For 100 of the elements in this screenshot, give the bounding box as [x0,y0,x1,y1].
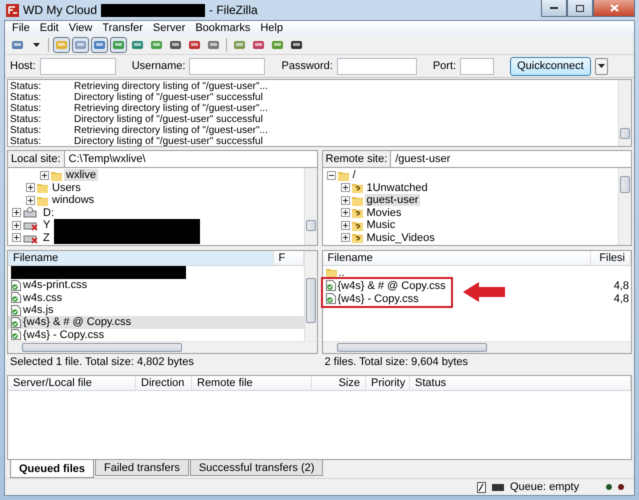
port-field[interactable] [460,58,494,74]
column-header[interactable]: Server/Local file [8,376,136,390]
expand-toggle[interactable] [40,170,49,180]
scrollbar[interactable] [618,168,631,245]
minimize-button[interactable] [541,0,567,17]
log-message: Retrieving directory listing of "/guest-user"... [74,103,268,114]
menu-item[interactable]: View [64,21,98,36]
caret-icon [598,64,605,68]
activity-light [606,484,612,490]
column-header[interactable]: Remote file [192,376,312,390]
expand-toggle[interactable] [12,233,21,242]
tree-item[interactable]: guest-user [364,194,420,206]
column-header[interactable]: Filename [322,251,591,265]
activity-light [618,484,624,490]
column-header[interactable]: Direction [136,376,192,390]
file-icon [11,329,21,340]
file-name[interactable]: {w4s} - Copy.css [338,292,612,304]
menu-item[interactable]: Edit [34,21,64,36]
expand-toggle[interactable] [340,233,350,242]
port-label: Port: [432,60,456,72]
horizontal-scrollbar[interactable] [8,341,316,353]
horizontal-scrollbar[interactable] [322,341,631,353]
tree-item[interactable]: D: [41,206,56,219]
queue-tab[interactable]: Failed transfers [95,460,189,476]
menu-item[interactable]: Transfer [97,21,148,36]
expand-toggle[interactable] [26,183,35,192]
file-icon [11,280,21,291]
quickconnect-dropdown[interactable] [594,58,608,74]
expand-toggle[interactable] [26,196,35,205]
menu-item[interactable]: Server [148,21,190,36]
file-size: 4,8 [614,292,630,304]
expand-toggle[interactable] [12,208,21,218]
log-message: Retrieving directory listing of "/guest-user"... [74,125,268,136]
remote-status: 2 files. Total size: 9,604 bytes [324,355,469,369]
expand-toggle[interactable] [326,170,336,180]
unknown-folder-icon [352,220,362,231]
unknown-folder-icon [352,232,362,244]
maximize-button[interactable] [567,0,593,17]
file-icon [11,292,21,304]
username-field[interactable] [189,58,266,74]
unknown-folder-icon [352,182,362,194]
tree-item[interactable]: Users [50,182,83,194]
password-field[interactable] [336,58,417,74]
plus-icon [342,198,348,203]
unknown-folder-icon [352,207,362,218]
tree-item[interactable]: windows [50,194,96,206]
file-icon [11,304,21,316]
log-label: Status: [10,92,42,103]
column-header[interactable]: Priority [366,376,410,390]
plus-icon [342,185,348,190]
app-logo-icon [6,4,19,16]
menu-item[interactable]: Bookmarks [190,21,256,36]
close-button[interactable] [593,0,635,17]
log-message: Directory listing of "/guest-user" successful [74,92,263,103]
queue-tab[interactable]: Queued files [10,460,94,478]
plus-icon [14,210,19,216]
scrollbar[interactable] [618,80,631,146]
tree-item[interactable]: / [350,169,358,182]
column-header[interactable]: Filesi [591,251,631,265]
expand-toggle[interactable] [12,220,21,230]
expand-toggle[interactable] [340,220,350,230]
scrollbar[interactable] [304,251,316,341]
minus-icon [328,172,334,178]
scrollbar[interactable] [304,168,316,245]
maximize-icon [576,4,584,12]
close-icon [610,4,618,12]
log-message: Retrieving directory listing of "/guest-user"... [74,81,268,92]
file-name[interactable]: .. [338,266,631,278]
log-label: Status: [10,136,42,147]
column-header[interactable]: Filename [8,251,274,265]
folder-icon [352,194,362,206]
plus-icon [28,185,33,190]
file-name[interactable]: {w4s} & # @ Copy.css [338,280,612,292]
folder-icon [51,170,62,181]
column-header[interactable]: Status [410,376,631,390]
host-label: Host: [10,60,36,72]
tree-item[interactable]: Z [41,232,52,244]
expand-toggle[interactable] [340,196,350,205]
window-title-suffix: - FileZilla [209,3,258,17]
menu-item[interactable]: File [7,21,35,36]
queue-tab[interactable]: Successful transfers (2) [190,460,324,476]
host-field[interactable] [40,58,116,74]
expand-toggle[interactable] [340,183,350,192]
tree-item[interactable]: Music [364,219,398,232]
log-label: Status: [10,114,42,125]
quickconnect-button[interactable]: Quickconnect [510,56,591,76]
expand-toggle[interactable] [340,208,350,218]
tree-item[interactable]: Music_Videos [364,232,437,244]
column-header[interactable]: Size [312,376,366,390]
plus-icon [342,222,348,228]
log-message: Directory listing of "/guest-user" successful [74,136,263,147]
tree-item[interactable]: Movies [364,206,404,219]
plus-icon [342,210,348,216]
plus-icon [28,198,33,203]
menu-item[interactable]: Help [255,21,288,36]
file-icon [11,316,21,328]
tree-item[interactable]: wxlive [64,169,98,182]
plus-icon [14,222,19,228]
tree-item[interactable]: 1Unwatched [364,182,430,194]
caret-icon[interactable] [32,43,40,47]
